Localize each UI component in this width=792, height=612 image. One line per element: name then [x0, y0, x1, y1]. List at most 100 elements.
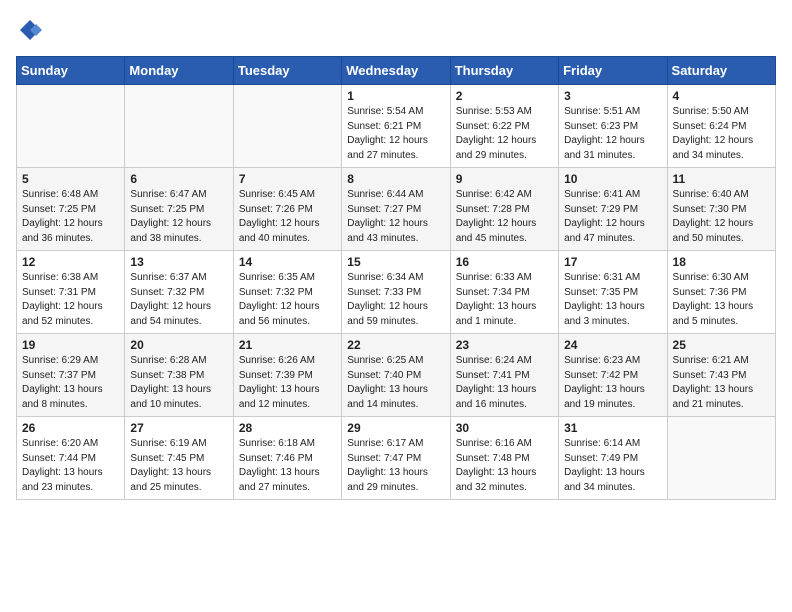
calendar-cell: 5 Sunrise: 6:48 AM Sunset: 7:25 PM Daylig…: [17, 168, 125, 251]
calendar-cell: 2Sunrise: 5:53 AM Sunset: 6:22 PM Daylig…: [450, 85, 558, 168]
header-day-sunday: Sunday: [17, 57, 125, 85]
day-number: 1: [347, 89, 444, 103]
day-info: Sunrise: 6:16 AM Sunset: 7:48 PM Dayligh…: [456, 437, 553, 495]
calendar-cell: [17, 85, 125, 168]
day-info: Sunrise: 6:47 AM Sunset: 7:25 PM Dayligh…: [130, 188, 227, 246]
day-info: Sunrise: 6:48 AM Sunset: 7:25 PM Dayligh…: [22, 188, 119, 246]
header-day-saturday: Saturday: [667, 57, 775, 85]
day-number: 22: [347, 338, 444, 352]
day-number: 21: [239, 338, 336, 352]
day-number: 13: [130, 255, 227, 269]
day-info: Sunrise: 5:51 AM Sunset: 6:23 PM Dayligh…: [564, 105, 661, 163]
day-number: 8: [347, 172, 444, 186]
day-number: 25: [673, 338, 770, 352]
day-number: 2: [456, 89, 553, 103]
calendar-table: SundayMondayTuesdayWednesdayThursdayFrid…: [16, 56, 776, 500]
header-day-monday: Monday: [125, 57, 233, 85]
week-row-5: 26 Sunrise: 6:20 AM Sunset: 7:44 PM Dayli…: [17, 417, 776, 500]
day-info: Sunrise: 5:54 AM Sunset: 6:21 PM Dayligh…: [347, 105, 444, 163]
day-number: 7: [239, 172, 336, 186]
day-info: Sunrise: 6:40 AM Sunset: 7:30 PM Dayligh…: [673, 188, 770, 246]
day-number: 30: [456, 421, 553, 435]
header-row: SundayMondayTuesdayWednesdayThursdayFrid…: [17, 57, 776, 85]
calendar-cell: 25 Sunrise: 6:21 AM Sunset: 7:43 PM Dayli…: [667, 334, 775, 417]
calendar-cell: 19 Sunrise: 6:29 AM Sunset: 7:37 PM Dayli…: [17, 334, 125, 417]
calendar-cell: 23Sunrise: 6:24 AM Sunset: 7:41 PM Dayli…: [450, 334, 558, 417]
calendar-cell: 10 Sunrise: 6:41 AM Sunset: 7:29 PM Dayli…: [559, 168, 667, 251]
day-info: Sunrise: 6:35 AM Sunset: 7:32 PM Dayligh…: [239, 271, 336, 329]
day-number: 26: [22, 421, 119, 435]
logo: [16, 16, 48, 44]
day-number: 24: [564, 338, 661, 352]
calendar-cell: 17 Sunrise: 6:31 AM Sunset: 7:35 PM Dayli…: [559, 251, 667, 334]
calendar-cell: 8 Sunrise: 6:44 AM Sunset: 7:27 PM Daylig…: [342, 168, 450, 251]
calendar-cell: [667, 417, 775, 500]
calendar-cell: 27Sunrise: 6:19 AM Sunset: 7:45 PM Dayli…: [125, 417, 233, 500]
day-info: Sunrise: 6:44 AM Sunset: 7:27 PM Dayligh…: [347, 188, 444, 246]
calendar-cell: 14 Sunrise: 6:35 AM Sunset: 7:32 PM Dayli…: [233, 251, 341, 334]
day-info: Sunrise: 6:18 AM Sunset: 7:46 PM Dayligh…: [239, 437, 336, 495]
calendar-cell: 6 Sunrise: 6:47 AM Sunset: 7:25 PM Daylig…: [125, 168, 233, 251]
calendar-cell: 20Sunrise: 6:28 AM Sunset: 7:38 PM Dayli…: [125, 334, 233, 417]
day-info: Sunrise: 6:31 AM Sunset: 7:35 PM Dayligh…: [564, 271, 661, 329]
day-number: 4: [673, 89, 770, 103]
calendar-cell: 21Sunrise: 6:26 AM Sunset: 7:39 PM Dayli…: [233, 334, 341, 417]
day-info: Sunrise: 6:45 AM Sunset: 7:26 PM Dayligh…: [239, 188, 336, 246]
header-day-friday: Friday: [559, 57, 667, 85]
week-row-1: 1 Sunrise: 5:54 AM Sunset: 6:21 PM Daylig…: [17, 85, 776, 168]
calendar-cell: 4 Sunrise: 5:50 AM Sunset: 6:24 PM Daylig…: [667, 85, 775, 168]
day-info: Sunrise: 6:41 AM Sunset: 7:29 PM Dayligh…: [564, 188, 661, 246]
day-number: 31: [564, 421, 661, 435]
day-info: Sunrise: 6:25 AM Sunset: 7:40 PM Dayligh…: [347, 354, 444, 412]
day-number: 15: [347, 255, 444, 269]
day-info: Sunrise: 5:50 AM Sunset: 6:24 PM Dayligh…: [673, 105, 770, 163]
day-number: 3: [564, 89, 661, 103]
day-number: 17: [564, 255, 661, 269]
header-day-wednesday: Wednesday: [342, 57, 450, 85]
day-number: 11: [673, 172, 770, 186]
day-info: Sunrise: 6:23 AM Sunset: 7:42 PM Dayligh…: [564, 354, 661, 412]
day-number: 14: [239, 255, 336, 269]
logo-icon: [16, 16, 44, 44]
day-number: 29: [347, 421, 444, 435]
calendar-cell: 31Sunrise: 6:14 AM Sunset: 7:49 PM Dayli…: [559, 417, 667, 500]
header-day-tuesday: Tuesday: [233, 57, 341, 85]
calendar-cell: 11 Sunrise: 6:40 AM Sunset: 7:30 PM Dayli…: [667, 168, 775, 251]
day-info: Sunrise: 6:34 AM Sunset: 7:33 PM Dayligh…: [347, 271, 444, 329]
day-number: 18: [673, 255, 770, 269]
calendar-cell: 15 Sunrise: 6:34 AM Sunset: 7:33 PM Dayli…: [342, 251, 450, 334]
day-number: 6: [130, 172, 227, 186]
calendar-cell: 13Sunrise: 6:37 AM Sunset: 7:32 PM Dayli…: [125, 251, 233, 334]
calendar-cell: 3 Sunrise: 5:51 AM Sunset: 6:23 PM Daylig…: [559, 85, 667, 168]
calendar-cell: [233, 85, 341, 168]
calendar-cell: 29Sunrise: 6:17 AM Sunset: 7:47 PM Dayli…: [342, 417, 450, 500]
day-info: Sunrise: 6:21 AM Sunset: 7:43 PM Dayligh…: [673, 354, 770, 412]
day-info: Sunrise: 6:20 AM Sunset: 7:44 PM Dayligh…: [22, 437, 119, 495]
day-info: Sunrise: 6:42 AM Sunset: 7:28 PM Dayligh…: [456, 188, 553, 246]
day-number: 9: [456, 172, 553, 186]
day-info: Sunrise: 6:24 AM Sunset: 7:41 PM Dayligh…: [456, 354, 553, 412]
calendar-cell: 1 Sunrise: 5:54 AM Sunset: 6:21 PM Daylig…: [342, 85, 450, 168]
day-number: 19: [22, 338, 119, 352]
calendar-cell: 18 Sunrise: 6:30 AM Sunset: 7:36 PM Dayli…: [667, 251, 775, 334]
day-number: 10: [564, 172, 661, 186]
week-row-4: 19 Sunrise: 6:29 AM Sunset: 7:37 PM Dayli…: [17, 334, 776, 417]
week-row-2: 5 Sunrise: 6:48 AM Sunset: 7:25 PM Daylig…: [17, 168, 776, 251]
calendar-cell: 28 Sunrise: 6:18 AM Sunset: 7:46 PM Dayli…: [233, 417, 341, 500]
day-number: 28: [239, 421, 336, 435]
day-info: Sunrise: 6:19 AM Sunset: 7:45 PM Dayligh…: [130, 437, 227, 495]
calendar-cell: 7 Sunrise: 6:45 AM Sunset: 7:26 PM Daylig…: [233, 168, 341, 251]
calendar-cell: 24 Sunrise: 6:23 AM Sunset: 7:42 PM Dayli…: [559, 334, 667, 417]
calendar-cell: 9 Sunrise: 6:42 AM Sunset: 7:28 PM Daylig…: [450, 168, 558, 251]
calendar-cell: 12 Sunrise: 6:38 AM Sunset: 7:31 PM Dayli…: [17, 251, 125, 334]
calendar-cell: 16Sunrise: 6:33 AM Sunset: 7:34 PM Dayli…: [450, 251, 558, 334]
day-info: Sunrise: 6:30 AM Sunset: 7:36 PM Dayligh…: [673, 271, 770, 329]
day-number: 5: [22, 172, 119, 186]
day-info: Sunrise: 6:29 AM Sunset: 7:37 PM Dayligh…: [22, 354, 119, 412]
header-day-thursday: Thursday: [450, 57, 558, 85]
day-number: 12: [22, 255, 119, 269]
calendar-cell: 26 Sunrise: 6:20 AM Sunset: 7:44 PM Dayli…: [17, 417, 125, 500]
week-row-3: 12 Sunrise: 6:38 AM Sunset: 7:31 PM Dayli…: [17, 251, 776, 334]
calendar-cell: 30 Sunrise: 6:16 AM Sunset: 7:48 PM Dayli…: [450, 417, 558, 500]
day-info: Sunrise: 6:38 AM Sunset: 7:31 PM Dayligh…: [22, 271, 119, 329]
